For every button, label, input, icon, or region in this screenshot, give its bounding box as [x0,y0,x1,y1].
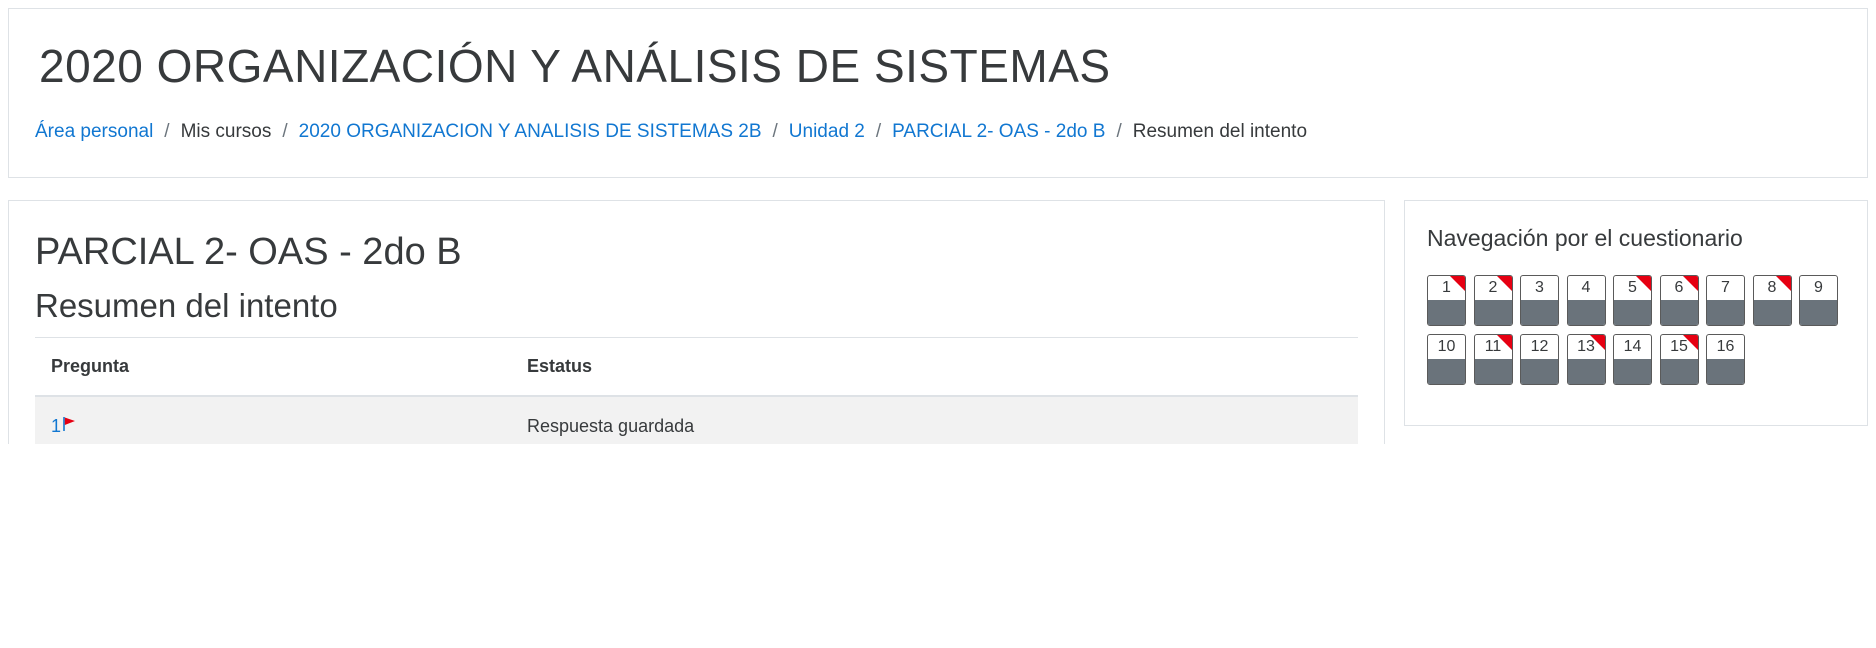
question-number: 4 [1581,279,1591,296]
question-nav-button[interactable]: 10 [1427,334,1466,385]
breadcrumb-separator: / [772,121,778,142]
question-number: 3 [1535,279,1544,296]
answered-indicator [1660,300,1698,325]
page-header: 2020 ORGANIZACIÓN Y ANÁLISIS DE SISTEMAS… [8,8,1868,178]
answered-indicator [1707,300,1744,325]
breadcrumb-item: / Unidad 2 [762,121,865,143]
breadcrumb-item: / PARCIAL 2- OAS - 2do B [865,121,1106,143]
answered-indicator [1753,300,1791,325]
answered-indicator [1567,300,1605,325]
question-number: 9 [1814,279,1823,296]
flag-corner-icon [1450,276,1465,291]
question-link[interactable]: 1 [51,416,61,436]
breadcrumb-link[interactable]: PARCIAL 2- OAS - 2do B [892,121,1105,143]
question-nav-button[interactable]: 4 [1566,275,1606,326]
quiz-navigation-title: Navegación por el cuestionario [1427,225,1743,251]
main-region: PARCIAL 2- OAS - 2do B Resumen del inten… [8,200,1385,444]
question-cell: 1 [35,395,511,444]
breadcrumb-separator: / [164,121,170,142]
flag-icon [62,416,76,437]
breadcrumb-separator: / [875,121,882,142]
answered-indicator [1800,300,1837,325]
answered-indicator [1614,300,1651,325]
quiz-name-heading: PARCIAL 2- OAS - 2do B [35,231,462,273]
answered-indicator [1660,359,1698,384]
flag-corner-icon [1775,276,1791,291]
answered-indicator [1521,300,1558,325]
question-number: 16 [1716,338,1735,355]
answered-indicator [1428,359,1465,384]
answered-indicator [1567,359,1605,384]
breadcrumb-link[interactable]: Unidad 2 [789,121,865,143]
question-nav-button[interactable]: 3 [1520,275,1559,326]
question-number: 12 [1530,338,1549,355]
answered-indicator [1614,359,1651,384]
page-title: 2020 ORGANIZACIÓN Y ANÁLISIS DE SISTEMAS [39,40,1111,92]
question-number: 14 [1623,338,1642,355]
table-header-row: Pregunta Estatus [35,337,1358,397]
question-nav-button[interactable]: 9 [1799,275,1838,326]
question-nav-button[interactable]: 1 [1427,275,1466,326]
breadcrumb: Área personal / Mis cursos / 2020 ORGANIZACI… [35,121,1307,143]
flag-corner-icon [1682,335,1698,350]
answered-indicator [1521,359,1558,384]
breadcrumb-item: Área personal [35,121,153,143]
status-cell: Respuesta guardada [511,395,1358,444]
question-nav-button[interactable]: 15 [1659,334,1699,385]
summary-table: Pregunta Estatus 1 Respuesta guardada [35,337,1358,444]
breadcrumb-item: / 2020 ORGANIZACION Y ANALISIS DE SISTEMA… [271,121,761,143]
column-header-question: Pregunta [35,337,511,397]
question-nav-button[interactable]: 6 [1659,275,1699,326]
question-number: 10 [1437,338,1456,355]
question-nav-button[interactable]: 14 [1613,334,1652,385]
question-nav-button[interactable]: 16 [1706,334,1745,385]
question-nav-button[interactable]: 13 [1566,334,1606,385]
table-row: 1 Respuesta guardada [35,395,1358,444]
question-number: 7 [1721,279,1730,296]
breadcrumb-item: / Resumen del intento [1105,121,1307,143]
answered-indicator [1474,359,1512,384]
breadcrumb-text: Resumen del intento [1132,121,1308,142]
question-nav-button[interactable]: 5 [1613,275,1652,326]
flag-corner-icon [1682,276,1698,291]
breadcrumb-item: / Mis cursos [153,121,271,143]
breadcrumb-link[interactable]: Área personal [35,121,153,143]
answered-indicator [1428,300,1465,325]
quiz-navigation-block: Navegación por el cuestionario 123456789… [1404,200,1868,426]
flag-corner-icon [1636,276,1651,291]
question-nav-button[interactable]: 7 [1706,275,1745,326]
question-nav-button[interactable]: 8 [1752,275,1792,326]
breadcrumb-text: Mis cursos [180,121,272,142]
flag-corner-icon [1496,335,1512,350]
flag-corner-icon [1589,335,1605,350]
breadcrumb-separator: / [282,121,288,142]
question-nav-button[interactable]: 12 [1520,334,1559,385]
answered-indicator [1707,359,1744,384]
question-nav-button[interactable]: 2 [1473,275,1513,326]
question-nav-grid: 1 2 3 4 5 6 7 8 9 10 11 12 13 14 15 16 [1427,275,1857,393]
column-header-status: Estatus [511,337,1358,397]
breadcrumb-link[interactable]: 2020 ORGANIZACION Y ANALISIS DE SISTEMAS… [299,121,762,143]
breadcrumb-separator: / [1116,121,1122,142]
answered-indicator [1474,300,1512,325]
question-nav-button[interactable]: 11 [1473,334,1513,385]
attempt-summary-heading: Resumen del intento [35,287,338,324]
flag-corner-icon [1496,276,1512,291]
